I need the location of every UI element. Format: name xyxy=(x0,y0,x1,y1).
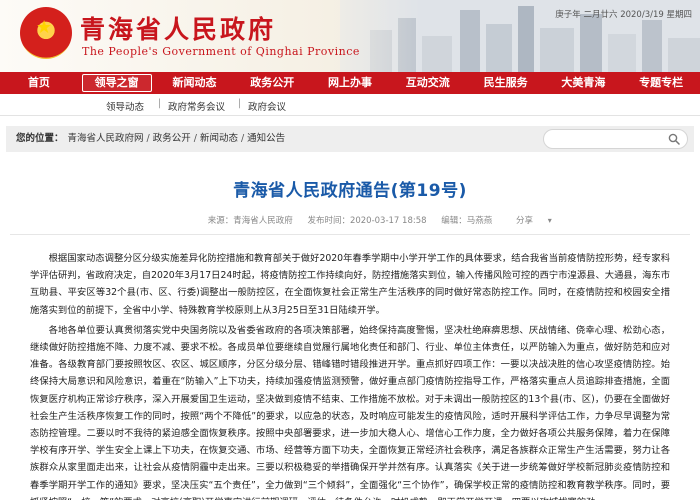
subnav-separator: | xyxy=(158,98,162,109)
nav-public-services[interactable]: 民生服务 xyxy=(467,72,545,94)
national-emblem-logo[interactable]: ★ xyxy=(20,7,72,59)
breadcrumb-separator: / xyxy=(146,133,150,144)
breadcrumb-link-affairs[interactable]: 政务公开 xyxy=(153,133,191,144)
breadcrumb-label: 您的位置： xyxy=(16,133,64,144)
nav-leadership-window[interactable]: 领导之窗 xyxy=(78,72,156,94)
sub-nav: 领导动态 | 政府常务会议 | 政府会议 xyxy=(0,94,700,116)
article-meta: 来源：青海省人民政府 发布时间：2020-03-17 18:58 编辑：马燕燕 … xyxy=(0,214,700,226)
share-button[interactable]: 分享 ▾ xyxy=(510,214,558,226)
nav-beautiful-qinghai[interactable]: 大美青海 xyxy=(544,72,622,94)
header-date: 庚子年 二月廿六 2020/3/19 星期四 xyxy=(555,10,692,20)
share-icon: ▾ xyxy=(547,216,552,225)
breadcrumb-link-portal[interactable]: 青海省人民政府网 xyxy=(68,133,144,144)
nav-interaction[interactable]: 互动交流 xyxy=(389,72,467,94)
article-title: 青海省人民政府通告(第19号) xyxy=(233,181,467,201)
divider xyxy=(10,234,690,235)
subnav-executive-meetings[interactable]: 政府常务会议 xyxy=(168,99,225,113)
article-paragraph: 根据国家动态调整分区分级实施差异化防控措施和教育部关于做好2020年春季学期中小… xyxy=(30,253,670,316)
breadcrumb-separator: / xyxy=(240,133,245,144)
nav-government-affairs[interactable]: 政务公开 xyxy=(233,72,311,94)
site-header: ★ 青海省人民政府 The People's Government of Qin… xyxy=(0,0,700,72)
article-editor: 编辑：马燕燕 xyxy=(441,216,493,226)
subnav-leader-news[interactable]: 领导动态 xyxy=(106,99,144,113)
article-paragraph: 各地各单位要认真贯彻落实党中央国务院以及省委省政府的各项决策部署，始终保持高度警… xyxy=(30,324,670,500)
subnav-government-meetings[interactable]: 政府会议 xyxy=(248,99,286,113)
search-icon[interactable] xyxy=(668,133,680,145)
article-source: 来源：青海省人民政府 xyxy=(207,216,293,226)
breadcrumb-link-notices[interactable]: 通知公告 xyxy=(247,133,285,144)
article-publish-time: 发布时间：2020-03-17 18:58 xyxy=(307,216,427,226)
site-subtitle: The People's Government of Qinghai Provi… xyxy=(82,45,360,58)
main-nav: 首页 领导之窗 新闻动态 政务公开 网上办事 互动交流 民生服务 大美青海 专题… xyxy=(0,72,700,94)
subnav-separator: | xyxy=(238,98,242,109)
nav-home[interactable]: 首页 xyxy=(0,72,78,94)
search-box xyxy=(543,129,688,149)
search-input[interactable] xyxy=(550,133,660,146)
site-title[interactable]: 青海省人民政府 xyxy=(80,10,276,46)
breadcrumb-separator: / xyxy=(193,133,197,144)
nav-special-topics[interactable]: 专题专栏 xyxy=(622,72,700,94)
article-body: 根据国家动态调整分区分级实施差异化防控措施和教育部关于做好2020年春季学期中小… xyxy=(30,250,670,500)
nav-news[interactable]: 新闻动态 xyxy=(156,72,234,94)
nav-online-services[interactable]: 网上办事 xyxy=(311,72,389,94)
breadcrumb-link-news[interactable]: 新闻动态 xyxy=(200,133,238,144)
